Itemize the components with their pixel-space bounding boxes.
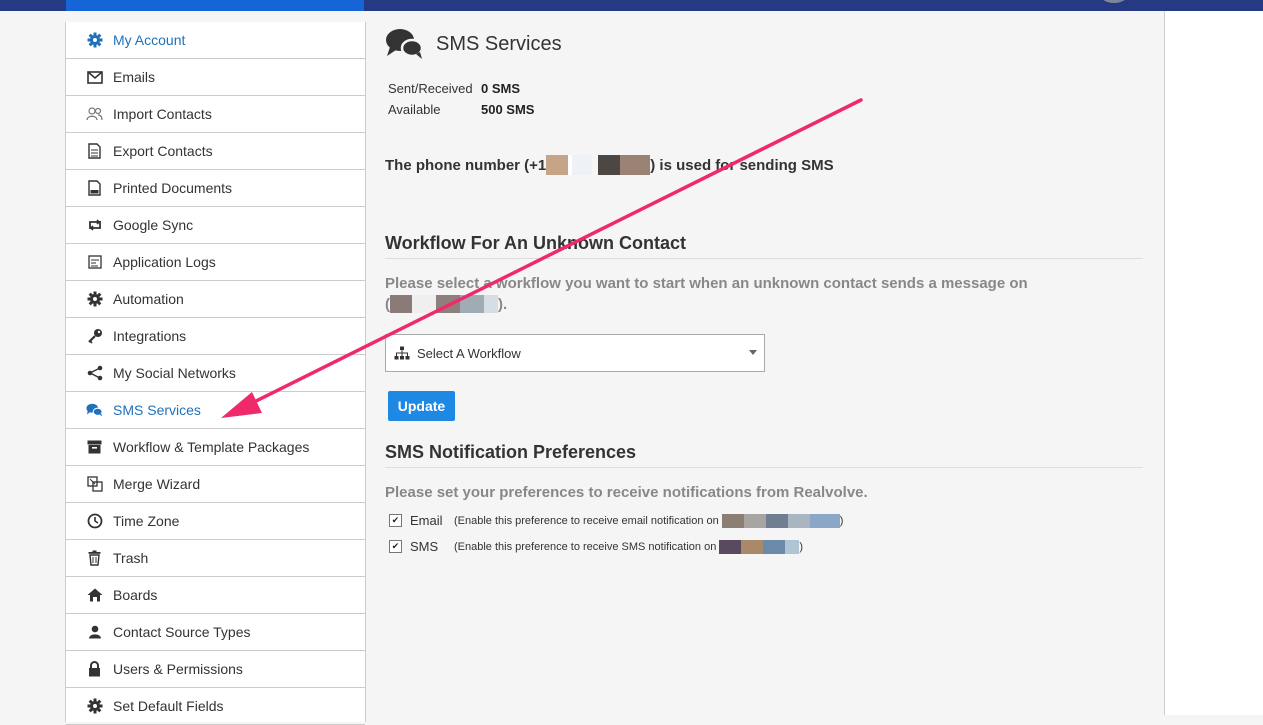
notification-section-title: SMS Notification Preferences: [385, 442, 637, 462]
workflow-select-value: Select A Workflow: [417, 345, 521, 361]
phone-prefix: The phone number (+1: [385, 156, 547, 174]
sidebar-item-automation[interactable]: Automation: [66, 281, 365, 318]
user-icon: [86, 624, 103, 641]
phone-suffix: ) is used for sending SMS: [650, 156, 834, 174]
sidebar-item-label: Emails: [113, 69, 156, 85]
sidebar-item-label: Set Default Fields: [113, 698, 224, 714]
sidebar-item-label: SMS Services: [113, 402, 201, 418]
sidebar-item-time-zone[interactable]: Time Zone: [66, 503, 365, 540]
merge-icon: [86, 476, 103, 493]
workflow-description: Please select a workflow you want to sta…: [385, 275, 1028, 292]
sitemap-icon: [394, 346, 410, 360]
log-icon: [86, 254, 103, 271]
chat-bubbles-icon: [385, 28, 424, 65]
available-label: Available: [388, 102, 441, 117]
caret-down-icon: [749, 350, 757, 355]
settings-sidebar: My Account Emails Import Contacts Export…: [65, 22, 366, 725]
sidebar-item-label: Application Logs: [113, 254, 216, 270]
sidebar-item-label: Time Zone: [113, 513, 180, 529]
sidebar-item-label: Import Contacts: [113, 106, 212, 122]
sent-received-value: 0 SMS: [481, 81, 521, 96]
update-button[interactable]: Update: [388, 391, 455, 421]
page-title: SMS Services: [436, 33, 562, 55]
notification-description: Please set your preferences to receive n…: [385, 484, 868, 501]
sidebar-item-application-logs[interactable]: Application Logs: [66, 244, 365, 281]
sms-preference-note: (Enable this preference to receive SMS n…: [454, 540, 717, 553]
divider: [385, 467, 1143, 468]
lock-icon: [86, 661, 103, 678]
divider: [385, 258, 1143, 259]
sidebar-item-workflow-template-packages[interactable]: Workflow & Template Packages: [66, 429, 365, 466]
sidebar-item-users-permissions[interactable]: Users & Permissions: [66, 651, 365, 688]
sync-icon: [86, 217, 103, 234]
email-preference-note: (Enable this preference to receive email…: [454, 514, 719, 527]
sidebar-item-label: Contact Source Types: [113, 624, 251, 640]
sms-preference-row: ✔ SMS (Enable this preference to receive…: [389, 539, 803, 554]
gear-icon: [86, 291, 103, 308]
chat-bubbles-icon: [86, 402, 103, 419]
email-preference-checkbox[interactable]: ✔: [389, 514, 402, 527]
sidebar-item-export-contacts[interactable]: Export Contacts: [66, 133, 365, 170]
share-icon: [86, 365, 103, 382]
desc-close-paren: ).: [498, 295, 508, 313]
sidebar-item-label: Automation: [113, 291, 184, 307]
sms-preference-label: SMS: [410, 539, 439, 554]
sidebar-item-label: My Account: [113, 32, 186, 48]
redacted-phone: [546, 155, 651, 175]
sidebar-item-set-default-fields[interactable]: Set Default Fields: [66, 688, 365, 725]
sidebar-item-merge-wizard[interactable]: Merge Wizard: [66, 466, 365, 503]
sidebar-item-printed-documents[interactable]: Printed Documents: [66, 170, 365, 207]
sidebar-item-boards[interactable]: Boards: [66, 577, 365, 614]
sidebar-item-label: Merge Wizard: [113, 476, 201, 492]
sidebar-item-label: Export Contacts: [113, 143, 213, 159]
sms-close-paren: ): [799, 540, 803, 553]
sidebar-item-label: Google Sync: [113, 217, 194, 233]
home-icon: [86, 587, 103, 604]
sidebar-item-sms-services[interactable]: SMS Services: [66, 392, 365, 429]
key-icon: [86, 328, 103, 345]
sms-services-panel: SMS Services Sent/Received 0 SMS Availab…: [365, 11, 1164, 715]
envelope-icon: [86, 69, 103, 86]
available-value: 500 SMS: [481, 102, 535, 117]
top-bar-accent: [66, 0, 364, 11]
workflow-select[interactable]: Select A Workflow: [385, 334, 765, 372]
document-icon: [86, 143, 103, 160]
archive-icon: [86, 439, 103, 456]
sidebar-item-label: My Social Networks: [113, 365, 236, 381]
trash-icon: [86, 550, 103, 567]
sms-preference-checkbox[interactable]: ✔: [389, 540, 402, 553]
redacted-phone: [390, 295, 498, 313]
email-preference-row: ✔ Email (Enable this preference to recei…: [389, 513, 843, 528]
sidebar-item-integrations[interactable]: Integrations: [66, 318, 365, 355]
sidebar-item-my-social-networks[interactable]: My Social Networks: [66, 355, 365, 392]
sidebar-item-my-account[interactable]: My Account: [66, 22, 365, 59]
email-preference-label: Email: [410, 513, 443, 528]
email-close-paren: ): [839, 514, 844, 527]
sidebar-item-label: Workflow & Template Packages: [113, 439, 310, 455]
gear-icon: [86, 698, 103, 715]
workflow-description-number: ( ).: [385, 295, 507, 313]
sidebar-item-label: Trash: [113, 550, 149, 566]
workflow-section-title: Workflow For An Unknown Contact: [385, 233, 686, 253]
phone-number-text: The phone number (+1 ) is used for sendi…: [385, 155, 834, 175]
redacted-phone: [719, 539, 800, 554]
pdf-icon: [86, 180, 103, 197]
sidebar-item-google-sync[interactable]: Google Sync: [66, 207, 365, 244]
redacted-email: [721, 513, 840, 528]
sidebar-item-contact-source-types[interactable]: Contact Source Types: [66, 614, 365, 651]
sidebar-item-emails[interactable]: Emails: [66, 59, 365, 96]
users-icon: [86, 106, 103, 123]
sidebar-item-label: Integrations: [113, 328, 187, 344]
sent-received-label: Sent/Received: [388, 81, 473, 96]
gear-icon: [86, 32, 103, 49]
clock-icon: [86, 513, 103, 530]
sidebar-item-trash[interactable]: Trash: [66, 540, 365, 577]
sidebar-item-label: Boards: [113, 587, 158, 603]
sidebar-item-label: Printed Documents: [113, 180, 233, 196]
sidebar-item-label: Users & Permissions: [113, 661, 243, 677]
sidebar-item-import-contacts[interactable]: Import Contacts: [66, 96, 365, 133]
right-panel: [1164, 11, 1263, 715]
